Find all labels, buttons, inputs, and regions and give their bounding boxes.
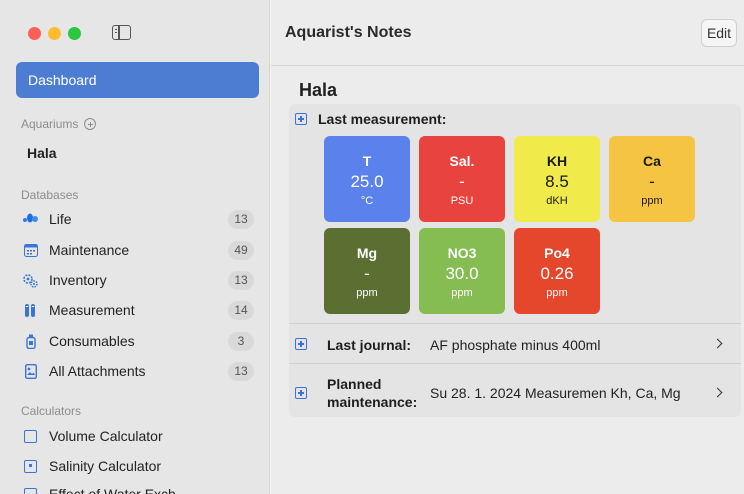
test-tubes-icon (22, 302, 39, 319)
sidebar-item-aquarium[interactable]: Hala (27, 145, 57, 161)
tile-name: T (362, 153, 372, 169)
sidebar-item-label: Consumables (49, 333, 135, 349)
sidebar-item-water-exchange-calculator[interactable]: Effect of Water Exch... (24, 486, 188, 494)
calendar-icon (22, 242, 39, 259)
tile-value: - (364, 264, 370, 283)
expand-measurement-icon[interactable] (295, 113, 307, 125)
sidebar-item-label: Salinity Calculator (49, 458, 162, 474)
tile-value: 8.5 (545, 172, 569, 191)
sidebar-item-volume-calculator[interactable]: Volume Calculator (24, 428, 163, 444)
calculator-icon (24, 487, 37, 494)
tile-unit: °C (360, 195, 374, 207)
planned-maintenance-value[interactable]: Su 28. 1. 2024 Measuremen Kh, Ca, Mg (430, 385, 681, 401)
tile-name: Mg (356, 245, 378, 261)
sidebar-item-consumables[interactable]: Consumables 3 (22, 328, 254, 354)
sidebar-item-label: Maintenance (49, 242, 130, 258)
sidebar-item-label: Inventory (49, 272, 107, 288)
last-measurement-heading: Last measurement: (318, 111, 447, 127)
last-journal-label: Last journal: (327, 337, 412, 353)
count-badge: 49 (228, 240, 254, 260)
close-window-button[interactable] (28, 27, 41, 40)
aquariums-heading: Aquariums (21, 117, 79, 131)
tile-name: Sal. (449, 153, 475, 169)
tile-unit: dKH (546, 195, 568, 207)
tile-unit: ppm (546, 287, 568, 299)
app-window: Dashboard Aquariums Hala Databases Life … (0, 0, 744, 494)
divider (289, 363, 741, 364)
sidebar-item-label: Life (49, 211, 72, 227)
tile-name: NO3 (447, 245, 477, 261)
tile-unit: ppm (451, 287, 473, 299)
count-badge: 3 (228, 331, 254, 351)
tile-name: Ca (643, 153, 661, 169)
sidebar-item-label: Volume Calculator (49, 428, 163, 444)
sidebar-item-measurement[interactable]: Measurement 14 (22, 297, 254, 323)
calculator-icon (24, 429, 37, 443)
count-badge: 14 (228, 300, 254, 320)
main-content: Aquarist's Notes Edit Hala Last measurem… (271, 0, 744, 494)
planned-maintenance-label: Planned (327, 376, 382, 392)
sidebar-item-maintenance[interactable]: Maintenance 49 (22, 237, 254, 263)
edit-button[interactable]: Edit (701, 19, 737, 47)
count-badge: 13 (228, 270, 254, 290)
gears-icon (22, 272, 39, 289)
calculators-heading: Calculators (21, 404, 82, 418)
tile-unit: ppm (356, 287, 378, 299)
sidebar-item-inventory[interactable]: Inventory 13 (22, 267, 254, 293)
last-journal-value[interactable]: AF phosphate minus 400ml (430, 337, 600, 353)
tile-value: 30.0 (445, 264, 479, 283)
sidebar-item-label: Measurement (49, 302, 135, 318)
sidebar-item-all-attachments[interactable]: All Attachments 13 (22, 358, 254, 384)
sidebar-toggle-icon[interactable] (112, 25, 131, 40)
sidebar-item-label: Effect of Water Exch... (49, 486, 188, 494)
add-aquarium-icon[interactable] (84, 118, 97, 130)
sidebar-item-salinity-calculator[interactable]: Salinity Calculator (24, 458, 161, 474)
tile-name: Po4 (544, 245, 570, 261)
measurement-tile-no3[interactable]: NO3 30.0 ppm (419, 228, 505, 314)
sidebar-item-life[interactable]: Life 13 (22, 206, 254, 232)
measurement-tile-kh[interactable]: KH 8.5 dKH (514, 136, 600, 222)
aquariums-section-header: Aquariums (21, 117, 97, 131)
sidebar-item-dashboard[interactable]: Dashboard (16, 62, 259, 98)
tile-name: KH (546, 153, 568, 169)
measurement-tile-mg[interactable]: Mg - ppm (324, 228, 410, 314)
minimize-window-button[interactable] (48, 27, 61, 40)
divider (289, 323, 741, 324)
attachment-icon (22, 363, 39, 380)
sidebar: Dashboard Aquariums Hala Databases Life … (0, 0, 270, 494)
tile-unit: PSU (450, 195, 474, 207)
measurement-tile-salinity[interactable]: Sal. - PSU (419, 136, 505, 222)
tile-value: 25.0 (350, 172, 384, 191)
measurement-tile-po4[interactable]: Po4 0.26 ppm (514, 228, 600, 314)
expand-maintenance-icon[interactable] (295, 387, 307, 399)
maximize-window-button[interactable] (68, 27, 81, 40)
tile-value: - (649, 172, 655, 191)
toolbar: Aquarist's Notes Edit (271, 0, 744, 66)
count-badge: 13 (228, 209, 254, 229)
measurement-tile-temperature[interactable]: T 25.0 °C (324, 136, 410, 222)
calculator-icon (24, 459, 37, 473)
count-badge: 13 (228, 361, 254, 381)
page-title: Hala (299, 80, 338, 100)
databases-heading: Databases (21, 188, 79, 202)
fish-icon (22, 211, 39, 228)
sidebar-item-label: All Attachments (49, 363, 146, 379)
app-title: Aquarist's Notes (285, 24, 412, 41)
tile-value: 0.26 (540, 264, 574, 283)
tile-value: - (459, 172, 465, 191)
planned-maintenance-label-2: maintenance: (327, 394, 418, 410)
tile-unit: ppm (641, 195, 663, 207)
bottle-icon (22, 333, 39, 350)
measurement-tile-ca[interactable]: Ca - ppm (609, 136, 695, 222)
expand-journal-icon[interactable] (295, 338, 307, 350)
